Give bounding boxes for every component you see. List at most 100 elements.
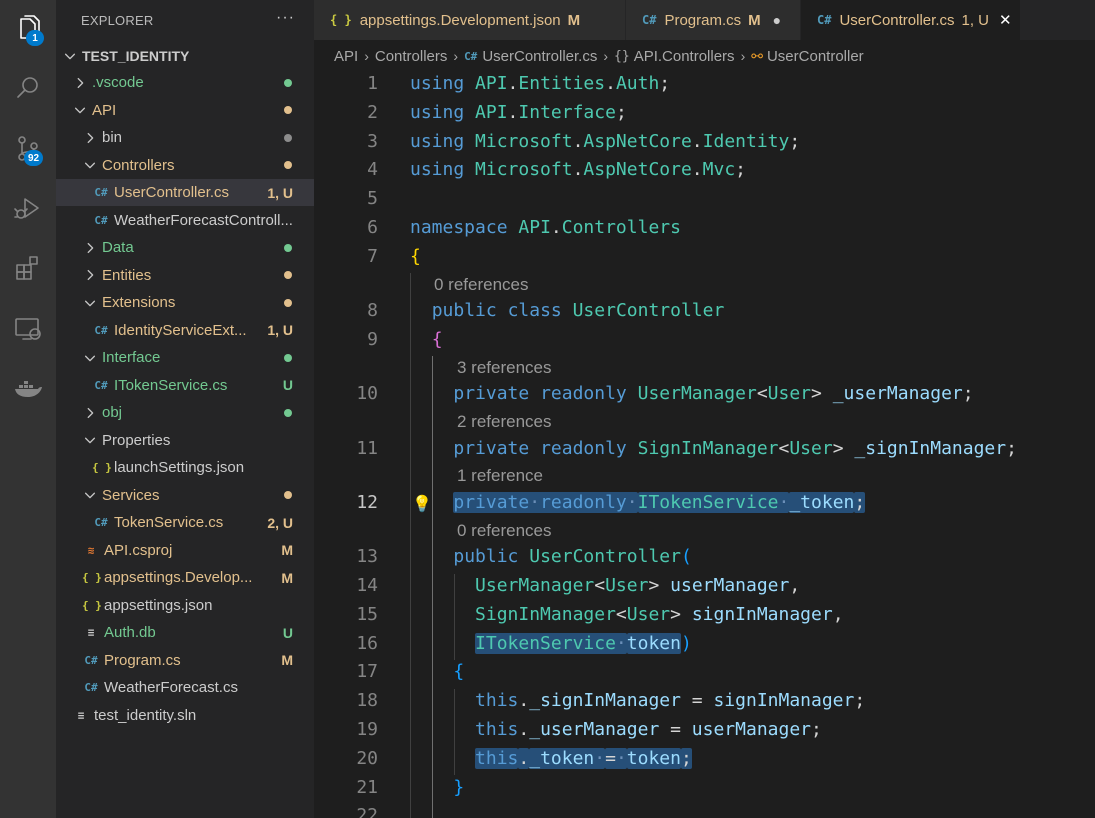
tree-item-extensions[interactable]: Extensions bbox=[56, 289, 314, 316]
code-token: > bbox=[832, 437, 855, 459]
tree-item-program-cs[interactable]: C# Program.cs M bbox=[56, 647, 314, 674]
code-token: UserManager bbox=[475, 574, 595, 596]
tab-usercontroller-cs[interactable]: C# UserController.cs 1, U ✕ bbox=[801, 0, 1021, 40]
breadcrumb-item[interactable]: UserController.cs bbox=[482, 48, 597, 65]
tree-item-weatherforecastcontroll[interactable]: C# WeatherForecastControll... bbox=[56, 207, 314, 234]
tree-item-usercontroller-cs[interactable]: C# UserController.cs 1, U bbox=[56, 179, 314, 206]
codelens-references[interactable]: 3 references bbox=[457, 358, 552, 378]
csharp-icon: C# bbox=[464, 49, 478, 63]
code-token: Microsoft bbox=[475, 159, 573, 181]
code-token: AspNetCore bbox=[583, 130, 692, 152]
close-icon[interactable]: ✕ bbox=[999, 11, 1012, 29]
chevron-down-icon bbox=[82, 295, 98, 311]
tree-item-auth-db[interactable]: ≡ Auth.db U bbox=[56, 619, 314, 646]
tree-item-appsettings-json[interactable]: { } appsettings.json bbox=[56, 592, 314, 619]
tree-item-properties[interactable]: Properties bbox=[56, 427, 314, 454]
code-line: using API.Entities.Auth; bbox=[410, 73, 670, 94]
git-status-badge: 1, U bbox=[267, 322, 293, 338]
code-token: Interface bbox=[518, 101, 616, 123]
tree-item-vscode[interactable]: .vscode bbox=[56, 69, 314, 96]
breadcrumb-item[interactable]: API.Controllers bbox=[634, 48, 735, 65]
code-line: UserManager<User> userManager, bbox=[410, 575, 800, 596]
tree-item-controllers[interactable]: Controllers bbox=[56, 152, 314, 179]
tree-item-itokenservice-cs[interactable]: C# ITokenService.cs U bbox=[56, 372, 314, 399]
tab-modified-mark: M bbox=[748, 11, 761, 29]
explorer-button[interactable]: 1 bbox=[0, 4, 56, 52]
tree-item-data[interactable]: Data bbox=[56, 234, 314, 261]
dirty-dot-icon[interactable]: ● bbox=[773, 12, 781, 28]
tree-item-entities[interactable]: Entities bbox=[56, 262, 314, 289]
tree-item-interface[interactable]: Interface bbox=[56, 344, 314, 371]
code-token: ; bbox=[789, 130, 801, 152]
code-editor[interactable]: 1 using API.Entities.Auth; 2 using API.Inte… bbox=[314, 72, 1095, 818]
code-token: private·readonly· bbox=[453, 491, 638, 513]
tab-program-cs[interactable]: C# Program.cs M ● bbox=[626, 0, 801, 40]
indent-guide bbox=[410, 273, 411, 818]
code-line: this._token·=·token; bbox=[410, 747, 692, 769]
workspace-root[interactable]: TEST_IDENTITY bbox=[56, 42, 314, 69]
tree-item-label: Program.cs bbox=[104, 651, 181, 669]
code-token: _userManager bbox=[832, 383, 963, 405]
code-token: , bbox=[832, 603, 844, 625]
line-number: 15 bbox=[356, 603, 378, 625]
code-line: public class UserController bbox=[410, 300, 725, 321]
tree-item-test-identity-sln[interactable]: ≡ test_identity.sln bbox=[56, 702, 314, 729]
code-token: =· bbox=[605, 747, 627, 769]
source-control-button[interactable]: 92 bbox=[0, 124, 56, 172]
code-token: this bbox=[475, 747, 519, 769]
line-number: 18 bbox=[356, 690, 378, 712]
tree-item-api-csproj[interactable]: ≋ API.csproj M bbox=[56, 537, 314, 564]
tree-item-weatherforecast-cs[interactable]: C# WeatherForecast.cs bbox=[56, 674, 314, 701]
json-icon: { } bbox=[330, 13, 352, 27]
codelens-references[interactable]: 0 references bbox=[434, 275, 529, 295]
tree-item-identityserviceext[interactable]: C# IdentityServiceExt... 1, U bbox=[56, 317, 314, 344]
tree-item-bin[interactable]: bin bbox=[56, 124, 314, 151]
tab-appsettings-development[interactable]: { } appsettings.Development.json M bbox=[314, 0, 626, 40]
code-token: public bbox=[453, 546, 519, 568]
tree-item-label: test_identity.sln bbox=[94, 706, 197, 724]
tree-item-obj[interactable]: obj bbox=[56, 399, 314, 426]
code-token: Identity bbox=[702, 130, 790, 152]
code-line: this._userManager = userManager; bbox=[410, 719, 822, 740]
code-line: SignInManager<User> signInManager, bbox=[410, 604, 844, 625]
tree-item-services[interactable]: Services bbox=[56, 482, 314, 509]
docker-button[interactable] bbox=[0, 364, 56, 412]
tree-item-api[interactable]: API bbox=[56, 97, 314, 124]
code-token: < bbox=[615, 603, 627, 625]
tree-item-appsettings-develop[interactable]: { } appsettings.Develop... M bbox=[56, 564, 314, 591]
more-actions-button[interactable]: ··· bbox=[276, 9, 295, 27]
codelens-references[interactable]: 2 references bbox=[457, 412, 552, 432]
tree-item-tokenservice-cs[interactable]: C# TokenService.cs 2, U bbox=[56, 509, 314, 536]
code-token: . bbox=[572, 130, 584, 152]
extensions-button[interactable] bbox=[0, 244, 56, 292]
search-button[interactable] bbox=[0, 64, 56, 112]
git-status-dot bbox=[284, 106, 292, 114]
code-token: Controllers bbox=[561, 217, 681, 238]
breadcrumb-item[interactable]: UserController bbox=[767, 48, 864, 65]
line-number: 2 bbox=[367, 101, 378, 123]
code-token: . bbox=[518, 718, 530, 740]
codelens-references[interactable]: 0 references bbox=[457, 521, 552, 541]
breadcrumb-item[interactable]: Controllers bbox=[375, 48, 448, 65]
breadcrumb-item[interactable]: API bbox=[334, 48, 358, 65]
code-token: token bbox=[626, 747, 681, 769]
code-token: _userManager bbox=[529, 718, 660, 740]
tree-item-launchsettings-json[interactable]: { } launchSettings.json bbox=[56, 454, 314, 481]
code-token: _signInManager bbox=[854, 437, 1007, 459]
csharp-icon: C# bbox=[94, 323, 108, 337]
code-token: Mvc bbox=[702, 159, 736, 181]
csharp-icon: C# bbox=[84, 653, 98, 667]
run-debug-button[interactable] bbox=[0, 184, 56, 232]
remote-explorer-button[interactable] bbox=[0, 304, 56, 352]
json-icon: { } bbox=[92, 461, 112, 474]
codelens-references[interactable]: 1 reference bbox=[457, 466, 543, 486]
tree-item-label: Entities bbox=[102, 266, 152, 284]
line-number: 20 bbox=[356, 747, 378, 769]
git-status-dot bbox=[284, 161, 292, 169]
